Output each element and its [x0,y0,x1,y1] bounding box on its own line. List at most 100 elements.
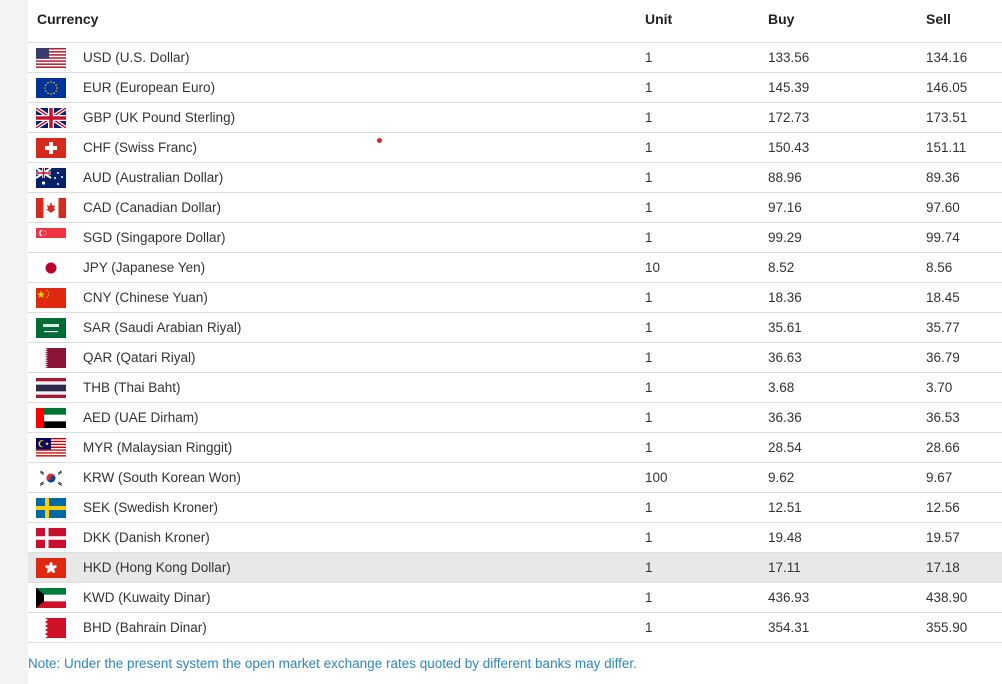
buy-rate-cell: 99.29 [766,222,924,253]
currency-name: MYR (Malaysian Ringgit) [83,440,233,455]
currency-cell: THB (Thai Baht) [28,372,643,403]
currency-name: SEK (Swedish Kroner) [83,500,219,515]
dk-flag-icon [36,527,66,548]
currency-cell: USD (U.S. Dollar) [28,42,643,73]
unit-cell: 100 [643,462,766,493]
buy-rate-cell: 354.31 [766,612,924,643]
currency-name: CHF (Swiss Franc) [83,140,197,155]
unit-cell: 1 [643,372,766,403]
currency-name: QAR (Qatari Riyal) [83,350,196,365]
buy-rate-cell: 172.73 [766,102,924,133]
au-flag-icon [36,167,66,188]
unit-column-header: Unit [643,11,766,43]
currency-cell: CHF (Swiss Franc) [28,132,643,163]
table-row: QAR (Qatari Riyal) 1 36.63 36.79 [28,342,1002,373]
table-row: CHF (Swiss Franc) 1 150.43 151.11 [28,132,1002,163]
table-row: JPY (Japanese Yen) 10 8.52 8.56 [28,252,1002,283]
currency-name: AUD (Australian Dollar) [83,170,224,185]
buy-rate-cell: 19.48 [766,522,924,553]
sell-rate-cell: 35.77 [924,312,1002,343]
currency-column-header: Currency [28,11,643,43]
unit-cell: 1 [643,432,766,463]
currency-cell: AED (UAE Dirham) [28,402,643,433]
currency-name: GBP (UK Pound Sterling) [83,110,236,125]
buy-rate-cell: 145.39 [766,72,924,103]
currency-cell: KRW (South Korean Won) [28,462,643,493]
kr-flag-icon [36,467,66,488]
currency-cell: BHD (Bahrain Dinar) [28,612,643,643]
table-row: BHD (Bahrain Dinar) 1 354.31 355.90 [28,612,1002,643]
buy-rate-cell: 12.51 [766,492,924,523]
buy-rate-cell: 18.36 [766,282,924,313]
unit-cell: 1 [643,192,766,223]
currency-cell: CAD (Canadian Dollar) [28,192,643,223]
currency-cell: AUD (Australian Dollar) [28,162,643,193]
unit-cell: 1 [643,342,766,373]
currency-cell: SAR (Saudi Arabian Riyal) [28,312,643,343]
table-header-row: Currency Unit Buy Sell [28,11,1002,43]
currency-cell: SGD (Singapore Dollar) [28,222,643,253]
th-flag-icon [36,377,66,398]
table-row: THB (Thai Baht) 1 3.68 3.70 [28,372,1002,403]
currency-cell: HKD (Hong Kong Dollar) [28,552,643,583]
sell-rate-cell: 8.56 [924,252,1002,283]
unit-cell: 1 [643,312,766,343]
unit-cell: 1 [643,402,766,433]
currency-cell: SEK (Swedish Kroner) [28,492,643,523]
buy-column-header: Buy [766,11,924,43]
sell-rate-cell: 173.51 [924,102,1002,133]
kw-flag-icon [36,587,66,608]
unit-cell: 1 [643,72,766,103]
unit-cell: 10 [643,252,766,283]
sell-rate-cell: 28.66 [924,432,1002,463]
currency-name: EUR (European Euro) [83,80,216,95]
currency-cell: GBP (UK Pound Sterling) [28,102,643,133]
table-row: CAD (Canadian Dollar) 1 97.16 97.60 [28,192,1002,223]
sell-rate-cell: 3.70 [924,372,1002,403]
sell-rate-cell: 19.57 [924,522,1002,553]
table-row: USD (U.S. Dollar) 1 133.56 134.16 [28,42,1002,73]
sell-rate-cell: 134.16 [924,42,1002,73]
buy-rate-cell: 9.62 [766,462,924,493]
sell-rate-cell: 99.74 [924,222,1002,253]
unit-cell: 1 [643,282,766,313]
table-row: SAR (Saudi Arabian Riyal) 1 35.61 35.77 [28,312,1002,343]
unit-cell: 1 [643,522,766,553]
us-flag-icon [36,47,66,68]
gb-flag-icon [36,107,66,128]
table-row: DKK (Danish Kroner) 1 19.48 19.57 [28,522,1002,553]
currency-name: SGD (Singapore Dollar) [83,230,226,245]
unit-cell: 1 [643,42,766,73]
buy-rate-cell: 88.96 [766,162,924,193]
sell-rate-cell: 12.56 [924,492,1002,523]
ae-flag-icon [36,407,66,428]
sell-rate-cell: 151.11 [924,132,1002,163]
currency-name: THB (Thai Baht) [83,380,181,395]
sell-rate-cell: 9.67 [924,462,1002,493]
buy-rate-cell: 35.61 [766,312,924,343]
buy-rate-cell: 17.11 [766,552,924,583]
sell-rate-cell: 17.18 [924,552,1002,583]
currency-cell: CNY (Chinese Yuan) [28,282,643,313]
rates-note: Note: Under the present system the open … [28,656,637,671]
qa-flag-icon [36,347,66,368]
sell-rate-cell: 97.60 [924,192,1002,223]
currency-name: CNY (Chinese Yuan) [83,290,208,305]
buy-rate-cell: 8.52 [766,252,924,283]
unit-cell: 1 [643,222,766,253]
buy-rate-cell: 3.68 [766,372,924,403]
cn-flag-icon [36,287,66,308]
table-row: SGD (Singapore Dollar) 1 99.29 99.74 [28,222,1002,253]
currency-cell: MYR (Malaysian Ringgit) [28,432,643,463]
ch-flag-icon [36,137,66,158]
currency-cell: KWD (Kuwaity Dinar) [28,582,643,613]
buy-rate-cell: 150.43 [766,132,924,163]
currency-cell: DKK (Danish Kroner) [28,522,643,553]
sell-rate-cell: 36.79 [924,342,1002,373]
buy-rate-cell: 36.36 [766,402,924,433]
currency-name: SAR (Saudi Arabian Riyal) [83,320,242,335]
currency-name: HKD (Hong Kong Dollar) [83,560,231,575]
jp-flag-icon [36,257,66,278]
sell-rate-cell: 18.45 [924,282,1002,313]
currency-name: DKK (Danish Kroner) [83,530,210,545]
